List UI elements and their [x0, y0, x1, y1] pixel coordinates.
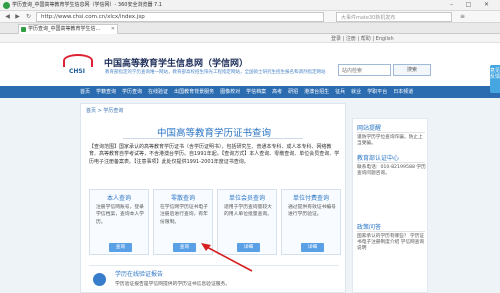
main-nav-item[interactable]: 图像校对: [220, 86, 240, 98]
site-search-input[interactable]: 站内检索: [338, 64, 391, 76]
menu-icon[interactable]: ≡: [458, 13, 467, 21]
main-nav-item[interactable]: 在线验证: [148, 86, 168, 98]
browser-titlebar: 学历查询_中国高等教育学生信息网（学信网）- 360安全浏览器 7.1 – □ …: [0, 0, 500, 11]
site-title: 中国高等教育学生信息网（学信网）: [104, 59, 249, 69]
annotation-arrow-icon: [201, 243, 253, 272]
address-bar[interactable]: http://www.chsi.com.cn/xlcx/index.jsp: [36, 12, 324, 22]
minimize-icon[interactable]: –: [445, 1, 458, 9]
main-nav-item[interactable]: 港澳台招生: [304, 86, 329, 98]
title-divider: [123, 138, 303, 139]
main-nav-item[interactable]: 学职平台: [367, 86, 387, 98]
card-paid-query: 单位付费查询 通过提供有效证书编号进行学历验证。 详细: [281, 189, 341, 255]
page-title: 中国高等教育学历证书查询: [156, 128, 271, 139]
breadcrumb[interactable]: 首页 > 学历查询: [86, 107, 123, 114]
chsi-logo[interactable]: CHSI: [60, 54, 100, 75]
window-title: 学历查询_中国高等教育学生信息网（学信网）- 360安全浏览器 7.1: [12, 2, 162, 8]
tab-close-icon[interactable]: ✕: [111, 25, 115, 34]
card-self-query: 本人查询 注册学信网账号，登录学信档案，查询本人学历。 查询: [89, 189, 149, 255]
contact-text: 联系电话：010-82199588 学历查询问题咨询。: [357, 165, 426, 177]
site-top-links[interactable]: 登录 | 注册 | 帮助 | English: [331, 35, 394, 42]
faq-text[interactable]: 国家承认的学历有哪些？ 学历证书电子注册制度介绍 学信网查询说明: [357, 234, 427, 253]
card-title: 本人查询: [106, 195, 131, 202]
sidebar-divider: [357, 162, 425, 163]
report-icon: [93, 273, 106, 286]
refresh-icon[interactable]: ↻: [24, 13, 33, 21]
verify-report-text: 学历验证报告是学信网提供的学历证书信息验证服务。: [115, 282, 231, 287]
notice-title: 网站提醒: [357, 125, 382, 132]
contact-title: 教育部认证中心: [357, 155, 400, 162]
back-icon[interactable]: ◀: [3, 13, 12, 21]
card-title: 单位付费查询: [292, 195, 329, 202]
main-nav-items: 首页 学籍查询 学历查询 在线验证 出国教育背景服务 图像校对 学信档案 高考 研招 港澳台招生征…: [80, 86, 430, 98]
self-query-button[interactable]: 查询: [109, 243, 132, 252]
browser-search-input[interactable]: 大事件mate30新机发布: [336, 12, 452, 22]
tab-favicon-icon: [21, 27, 26, 32]
main-nav-item[interactable]: 学籍查询: [96, 86, 116, 98]
card-text: 通过提供有效证书编号进行学历验证。: [288, 205, 336, 218]
card-title: 零散查询: [170, 195, 195, 202]
casual-query-button[interactable]: 查询: [173, 243, 196, 252]
tab-label: 学历查询_中国高等教育学生信...: [28, 26, 101, 32]
main-nav-item[interactable]: 学历查询: [122, 86, 142, 98]
card-text: 注册学信网账号，登录学信档案，查询本人学历。: [96, 205, 144, 225]
logo-arc-icon: [63, 54, 93, 67]
verify-report-title[interactable]: 学历在线验证报告: [115, 269, 163, 278]
main-nav: 首页 学籍查询 学历查询 在线验证 出国教育背景服务 图像校对 学信档案 高考 研招 港澳台招生征…: [0, 86, 500, 98]
main-nav-item[interactable]: 出国教育背景服务: [174, 86, 214, 98]
logo-text: CHSI: [69, 68, 85, 75]
description: 【查询范围】国家承认的高等教育学历证书（含学历证明书），包括研究生、普通本专科、…: [89, 144, 340, 165]
card-title: 单位会员查询: [228, 195, 265, 202]
address-url: http://www.chsi.com.cn/xlcx/index.jsp: [41, 14, 145, 20]
main-nav-item[interactable]: 学信档案: [246, 86, 266, 98]
forward-icon[interactable]: ▶: [13, 13, 22, 21]
faq-title: 政策问答: [357, 224, 382, 231]
sidebar-divider: [357, 231, 425, 232]
site-header: CHSI 中国高等教育学生信息网（学信网） 教育部指定的学历查询唯一网站，教育部…: [0, 43, 500, 86]
site-subtitle: 教育部指定的学历查询唯一网站，教育部高校招生阳光工程指定网站，全国硕士研究生招生…: [105, 70, 326, 75]
close-icon[interactable]: ✕: [480, 1, 493, 9]
site-search-button[interactable]: 搜索: [393, 64, 431, 76]
main-nav-item[interactable]: 首页: [80, 86, 90, 98]
notice-text[interactable]: 谨防学历学位查询诈骗，防止上当受骗。: [357, 135, 427, 147]
browser-navbar: ◀ ▶ ↻ http://www.chsi.com.cn/xlcx/index.…: [0, 11, 500, 23]
feedback-tab[interactable]: 意见反馈: [490, 65, 500, 93]
right-sidebar: 网站提醒 谨防学历学位查询诈骗，防止上当受骗。 教育部认证中心 联系电话：010…: [352, 118, 428, 293]
main-nav-item[interactable]: 征兵: [335, 86, 345, 98]
main-nav-item[interactable]: 高考: [272, 86, 282, 98]
browser-logo-icon: [3, 2, 10, 9]
tab-bar: 学历查询_中国高等教育学生信... ✕: [0, 23, 500, 34]
tab-active[interactable]: 学历查询_中国高等教育学生信... ✕: [18, 24, 118, 34]
main-nav-item[interactable]: 就业: [351, 86, 361, 98]
card-text: 适用于学历查询量较大的用人单位批量查询。: [224, 205, 272, 218]
maximize-icon[interactable]: □: [462, 1, 475, 9]
main-nav-item[interactable]: 日本频道: [393, 86, 413, 98]
site-topbar: 登录 | 注册 | 帮助 | English: [0, 34, 500, 43]
card-text: 在学信网学历证书电子注册后进行查询，有年份限制。: [160, 205, 208, 225]
paid-detail-button[interactable]: 详细: [301, 243, 324, 252]
main-nav-item[interactable]: 研招: [288, 86, 298, 98]
browser-search-placeholder: 大事件mate30新机发布: [341, 15, 396, 21]
sidebar-divider: [357, 132, 425, 133]
